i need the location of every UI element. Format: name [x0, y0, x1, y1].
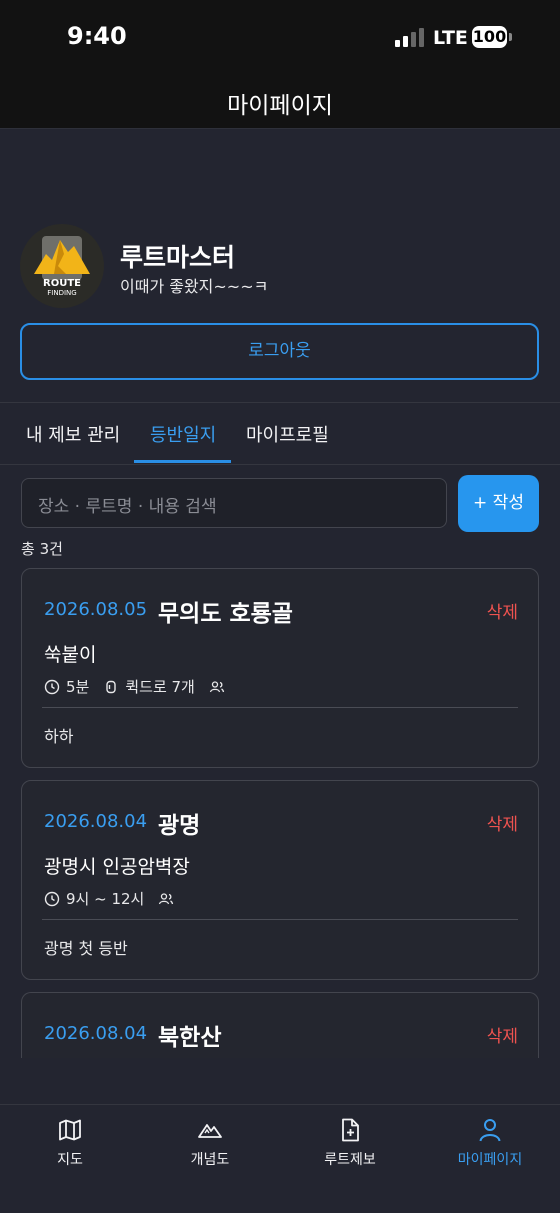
nav-label: 지도: [57, 1152, 83, 1168]
quickdraw-icon: [106, 680, 117, 693]
log-date: 2026.08.04: [44, 811, 148, 832]
log-meta: 9시 ~ 12시: [44, 888, 194, 909]
tab-my-reports[interactable]: 내 제보 관리: [26, 421, 120, 447]
search-placeholder: 장소 · 루트명 · 내용 검색: [38, 497, 217, 517]
tab-my-profile[interactable]: 마이프로필: [246, 421, 329, 447]
nav-label: 마이페이지: [457, 1152, 523, 1168]
battery-icon: 100: [472, 26, 507, 48]
active-tab-indicator: [134, 460, 231, 463]
clock-icon: [44, 891, 60, 906]
tab-bar: 내 제보 관리 등반일지 마이프로필: [0, 402, 560, 465]
avatar: ROUTE FINDING: [20, 224, 104, 308]
log-duration: 5분: [66, 678, 90, 696]
log-place: 무의도 호룡골: [158, 601, 293, 627]
log-place: 광명: [158, 813, 201, 839]
log-date: 2026.08.05: [44, 599, 148, 620]
log-meta: 5분 퀵드로 7개: [44, 676, 245, 697]
bottom-navigation: 지도 개념도 루트제보 마이페이지: [0, 1104, 560, 1213]
log-duration: 9시 ~ 12시: [66, 890, 145, 908]
status-bar: 9:40 LTE 100: [0, 0, 560, 76]
tab-climbing-log[interactable]: 등반일지: [150, 421, 216, 447]
delete-button[interactable]: 삭제: [487, 598, 518, 623]
log-count: 총 3건: [21, 540, 63, 558]
logout-button[interactable]: 로그아웃: [20, 323, 539, 380]
nav-item-report-route[interactable]: 루트제보: [300, 1117, 400, 1169]
profile-bio: 이때가 좋왔지~~~ㅋ: [120, 277, 269, 296]
delete-button[interactable]: 삭제: [487, 810, 518, 835]
map-icon: [59, 1119, 81, 1141]
users-icon: [159, 892, 174, 904]
log-route: 광명시 인공암벽장: [44, 856, 190, 878]
mountain-icon: [198, 1124, 222, 1138]
log-note: 하하: [44, 727, 74, 746]
card-divider: [42, 707, 518, 708]
delete-button[interactable]: 삭제: [487, 1022, 518, 1047]
status-time: 9:40: [67, 22, 127, 50]
file-plus-icon: [342, 1118, 359, 1142]
log-card[interactable]: 2026.08.04 광명 삭제 광명시 인공암벽장 9시 ~ 12시 광명 첫…: [21, 780, 539, 980]
network-type: LTE: [433, 27, 468, 49]
log-note: 광명 첫 등반: [44, 939, 128, 958]
signal-icon: [395, 27, 425, 47]
nav-label: 개념도: [190, 1152, 230, 1168]
clock-icon: [44, 679, 60, 694]
logo-text-route: ROUTE: [43, 278, 81, 289]
nav-item-mypage[interactable]: 마이페이지: [440, 1117, 540, 1169]
write-button[interactable]: + 작성: [458, 475, 539, 532]
battery-tip: [509, 33, 512, 41]
profile-name: 루트마스터: [120, 243, 236, 272]
logo-text-finding: FINDING: [47, 289, 76, 297]
user-icon: [479, 1119, 501, 1142]
nav-item-map[interactable]: 지도: [20, 1117, 120, 1169]
users-icon: [209, 680, 225, 692]
app-header: 마이페이지: [0, 76, 560, 129]
nav-item-topo[interactable]: 개념도: [160, 1117, 260, 1169]
log-card[interactable]: 2026.08.05 무의도 호룡골 삭제 쑥붙이 5분 퀵드로 7개 하하: [21, 568, 539, 768]
log-place: 북한산: [158, 1025, 222, 1051]
nav-label: 루트제보: [324, 1152, 376, 1168]
log-gear: 퀵드로 7개: [125, 678, 195, 696]
card-divider: [42, 919, 518, 920]
route-finding-logo-icon: ROUTE FINDING: [34, 236, 90, 297]
log-route: 쑥붙이: [44, 644, 97, 666]
log-date: 2026.08.04: [44, 1023, 148, 1044]
search-input[interactable]: 장소 · 루트명 · 내용 검색: [21, 478, 447, 528]
page-title: 마이페이지: [227, 93, 333, 119]
scroll-fade: [0, 1058, 560, 1104]
